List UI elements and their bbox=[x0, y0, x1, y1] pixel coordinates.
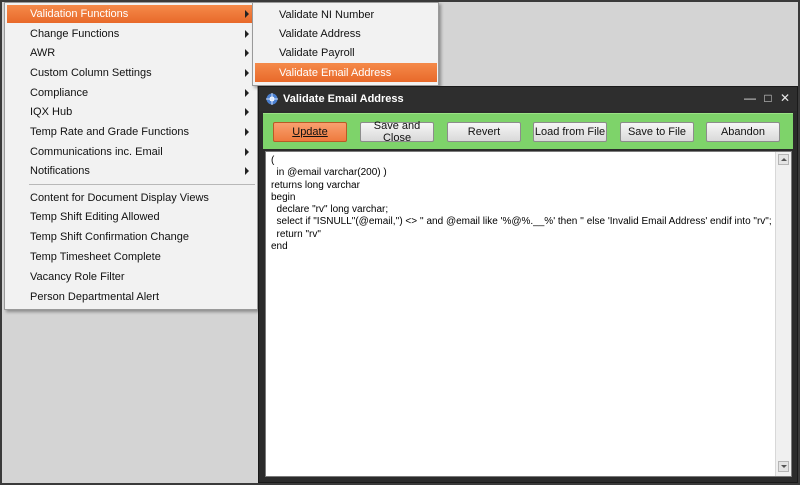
submenu-item-validate-email-address[interactable]: Validate Email Address bbox=[255, 63, 437, 82]
submenu-item-label: Validate Address bbox=[279, 27, 361, 40]
menu-item-label: Communications inc. Email bbox=[30, 146, 163, 158]
submenu-arrow-icon bbox=[245, 89, 249, 97]
menu-item-awr[interactable]: AWR bbox=[7, 44, 255, 62]
load-from-file-button[interactable]: Load from File bbox=[533, 122, 607, 142]
revert-label: Revert bbox=[467, 126, 501, 138]
menu-item-temp-timesheet-complete[interactable]: Temp Timesheet Complete bbox=[7, 248, 255, 266]
submenu-arrow-icon bbox=[245, 148, 249, 156]
load-from-file-label: Load from File bbox=[534, 126, 606, 138]
vertical-scrollbar[interactable] bbox=[775, 152, 791, 476]
app-logo-icon bbox=[266, 93, 278, 105]
menu-item-communications[interactable]: Communications inc. Email bbox=[7, 143, 255, 161]
menu-item-change-functions[interactable]: Change Functions bbox=[7, 25, 255, 43]
submenu-item-validate-ni-number[interactable]: Validate NI Number bbox=[255, 5, 437, 24]
validate-email-dialog: Validate Email Address — □ ✕ Update Save… bbox=[258, 86, 798, 483]
menu-item-label: Notifications bbox=[30, 165, 90, 177]
menu-item-validation-functions[interactable]: Validation Functions bbox=[7, 5, 255, 23]
menu-item-label: Person Departmental Alert bbox=[30, 291, 160, 303]
submenu-arrow-icon bbox=[245, 30, 249, 38]
menu-item-label: AWR bbox=[30, 47, 56, 59]
submenu-item-validate-address[interactable]: Validate Address bbox=[255, 24, 437, 43]
code-editor[interactable]: ( in @email varchar(200) ) returns long … bbox=[265, 151, 792, 477]
save-to-file-button[interactable]: Save to File bbox=[620, 122, 694, 142]
menu-item-label: Temp Shift Editing Allowed bbox=[30, 211, 160, 223]
dialog-titlebar[interactable]: Validate Email Address — □ ✕ bbox=[259, 87, 797, 111]
abandon-button[interactable]: Abandon bbox=[706, 122, 780, 142]
menu-item-content-document-display[interactable]: Content for Document Display Views bbox=[7, 189, 255, 207]
save-to-file-label: Save to File bbox=[627, 126, 687, 138]
update-button-label: Update bbox=[292, 126, 328, 138]
menu-item-vacancy-role-filter[interactable]: Vacancy Role Filter bbox=[7, 268, 255, 286]
menu-item-label: IQX Hub bbox=[30, 106, 73, 118]
save-and-close-button[interactable]: Save and Close bbox=[360, 120, 434, 144]
menu-item-label: Temp Timesheet Complete bbox=[30, 251, 161, 263]
menu-item-label: Change Functions bbox=[30, 28, 120, 40]
menu-item-label: Compliance bbox=[30, 87, 89, 99]
menu-item-temp-rate-grade-functions[interactable]: Temp Rate and Grade Functions bbox=[7, 123, 255, 141]
menu-item-label: Validation Functions bbox=[30, 8, 129, 20]
menu-item-iqx-hub[interactable]: IQX Hub bbox=[7, 103, 255, 121]
submenu-arrow-icon bbox=[245, 10, 249, 18]
submenu-item-label: Validate NI Number bbox=[279, 8, 375, 21]
menu-item-temp-shift-editing[interactable]: Temp Shift Editing Allowed bbox=[7, 208, 255, 226]
scroll-up-arrow-icon[interactable] bbox=[778, 154, 789, 165]
submenu-arrow-icon bbox=[245, 128, 249, 136]
menu-item-custom-column-settings[interactable]: Custom Column Settings bbox=[7, 64, 255, 82]
menu-item-temp-shift-confirmation[interactable]: Temp Shift Confirmation Change bbox=[7, 228, 255, 246]
submenu-item-label: Validate Email Address bbox=[279, 66, 392, 79]
menu-item-compliance[interactable]: Compliance bbox=[7, 84, 255, 102]
save-and-close-label: Save and Close bbox=[373, 120, 421, 144]
dialog-title: Validate Email Address bbox=[283, 93, 404, 105]
dialog-toolbar: Update Save and Close Revert Load from F… bbox=[263, 113, 793, 149]
submenu-arrow-icon bbox=[245, 49, 249, 57]
menu-item-label: Temp Rate and Grade Functions bbox=[30, 126, 189, 138]
context-menu: Validation Functions Change Functions AW… bbox=[4, 2, 258, 310]
menu-separator bbox=[29, 184, 255, 185]
code-text[interactable]: ( in @email varchar(200) ) returns long … bbox=[271, 155, 772, 253]
scroll-down-arrow-icon[interactable] bbox=[778, 461, 789, 472]
submenu-arrow-icon bbox=[245, 69, 249, 77]
submenu-arrow-icon bbox=[245, 108, 249, 116]
menu-item-label: Temp Shift Confirmation Change bbox=[30, 231, 189, 243]
menu-item-notifications[interactable]: Notifications bbox=[7, 162, 255, 180]
maximize-icon[interactable]: □ bbox=[761, 91, 775, 105]
revert-button[interactable]: Revert bbox=[447, 122, 521, 142]
submenu-arrow-icon bbox=[245, 167, 249, 175]
update-button[interactable]: Update bbox=[273, 122, 347, 142]
close-icon[interactable]: ✕ bbox=[778, 91, 792, 105]
submenu-item-validate-payroll[interactable]: Validate Payroll bbox=[255, 43, 437, 62]
menu-item-label: Content for Document Display Views bbox=[30, 192, 209, 204]
submenu-item-label: Validate Payroll bbox=[279, 46, 355, 59]
menu-item-label: Vacancy Role Filter bbox=[30, 271, 125, 283]
abandon-label: Abandon bbox=[720, 126, 766, 138]
menu-item-label: Custom Column Settings bbox=[30, 67, 152, 79]
validation-submenu: Validate NI Number Validate Address Vali… bbox=[252, 2, 439, 86]
minimize-icon[interactable]: — bbox=[743, 91, 757, 105]
menu-item-person-departmental-alert[interactable]: Person Departmental Alert bbox=[7, 288, 255, 306]
